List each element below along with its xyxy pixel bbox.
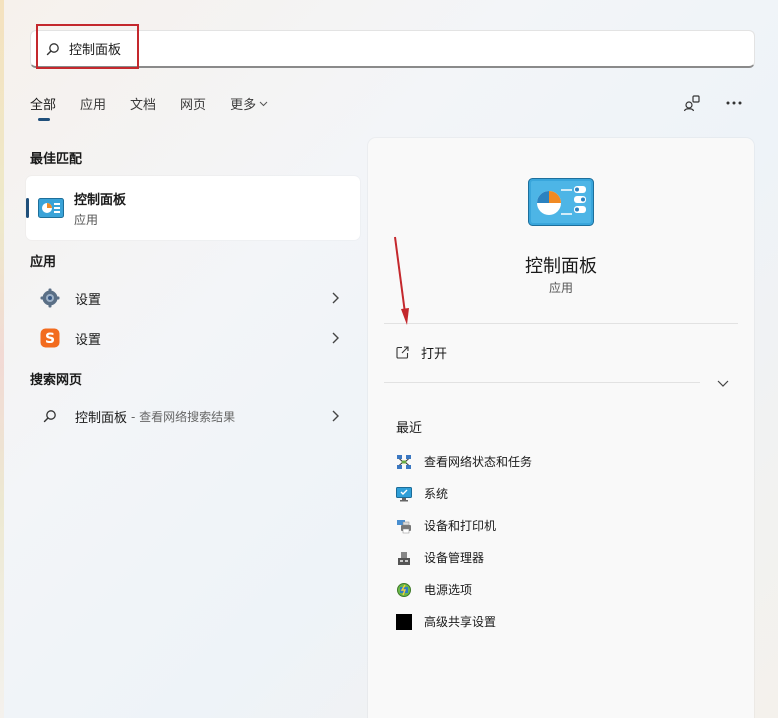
recent-item-label: 高级共享设置	[424, 615, 497, 629]
recent-heading: 最近	[396, 421, 423, 436]
web-result-label: 控制面板	[75, 410, 128, 426]
control-panel-large-icon	[528, 178, 594, 226]
power-options-icon	[396, 582, 412, 598]
preview-title: 控制面板	[525, 256, 597, 277]
recent-item-system[interactable]: 系统	[396, 485, 448, 502]
recent-item-label: 查看网络状态和任务	[424, 455, 533, 469]
recent-item-label: 设备和打印机	[424, 519, 497, 533]
best-match-heading: 最佳匹配	[30, 152, 83, 167]
tab-web[interactable]: 网页	[180, 94, 206, 113]
web-search-heading: 搜索网页	[30, 373, 83, 388]
recent-item-advanced-sharing[interactable]: 高级共享设置	[396, 613, 496, 630]
app-item-label: 设置	[75, 292, 102, 308]
web-result-sub: - 查看网络搜索结果	[131, 409, 236, 424]
app-item-sogou-settings[interactable]: S 设置	[26, 319, 360, 357]
search-icon	[45, 41, 61, 57]
monitor-icon	[396, 486, 412, 502]
chevron-right-icon	[332, 332, 339, 344]
network-icon	[396, 454, 412, 470]
open-label: 打开	[421, 347, 448, 362]
open-button[interactable]: 打开	[396, 343, 447, 362]
top-right-actions	[682, 93, 744, 113]
tab-all[interactable]: 全部	[30, 94, 56, 121]
preview-subtitle: 应用	[548, 281, 573, 295]
chevron-down-icon	[259, 101, 268, 106]
best-match-name: 控制面板	[74, 192, 127, 208]
preview-panel: 控制面板 应用 打开 最近 查看网络状态和任务 系统 设备和打印机 设备管理器 …	[368, 138, 754, 718]
recent-item-label: 电源选项	[424, 583, 473, 597]
recent-item-label: 系统	[424, 487, 449, 501]
best-match-text: 控制面板 应用	[74, 189, 126, 228]
tab-documents[interactable]: 文档	[130, 94, 156, 113]
search-input[interactable]	[69, 33, 669, 64]
best-match-type: 应用	[74, 212, 99, 227]
divider	[384, 323, 738, 324]
recent-item-power-options[interactable]: 电源选项	[396, 581, 472, 598]
expand-chevron-icon[interactable]	[717, 378, 729, 388]
filter-tabs: 全部 应用 文档 网页 更多	[30, 94, 292, 121]
app-item-label: 设置	[75, 332, 102, 348]
search-icon	[40, 406, 60, 426]
apps-heading: 应用	[30, 255, 57, 270]
best-match-card[interactable]: 控制面板 应用	[26, 176, 360, 240]
edge-decoration	[0, 0, 4, 718]
web-search-result[interactable]: 控制面板 - 查看网络搜索结果	[26, 397, 360, 435]
printer-icon	[396, 518, 412, 534]
recent-item-label: 设备管理器	[424, 551, 485, 565]
tab-more-label: 更多	[230, 98, 257, 113]
chevron-right-icon	[332, 410, 339, 422]
gear-icon	[40, 288, 60, 308]
more-options-icon[interactable]	[724, 93, 744, 113]
recent-item-device-manager[interactable]: 设备管理器	[396, 549, 484, 566]
tab-apps[interactable]: 应用	[80, 94, 106, 113]
search-box[interactable]	[30, 30, 755, 68]
sogou-s-icon: S	[40, 328, 60, 348]
divider	[384, 382, 700, 383]
control-panel-icon	[38, 198, 64, 218]
device-manager-icon	[396, 550, 412, 566]
black-square-icon	[396, 613, 412, 630]
account-switch-icon[interactable]	[682, 93, 702, 113]
recent-item-devices-printers[interactable]: 设备和打印机	[396, 517, 496, 534]
selection-accent	[26, 198, 29, 218]
app-item-settings[interactable]: 设置	[26, 279, 360, 317]
recent-item-network-status[interactable]: 查看网络状态和任务	[396, 453, 532, 470]
open-external-icon	[396, 346, 409, 359]
svg-text:S: S	[45, 331, 55, 347]
chevron-right-icon	[332, 292, 339, 304]
tab-more[interactable]: 更多	[230, 94, 268, 113]
